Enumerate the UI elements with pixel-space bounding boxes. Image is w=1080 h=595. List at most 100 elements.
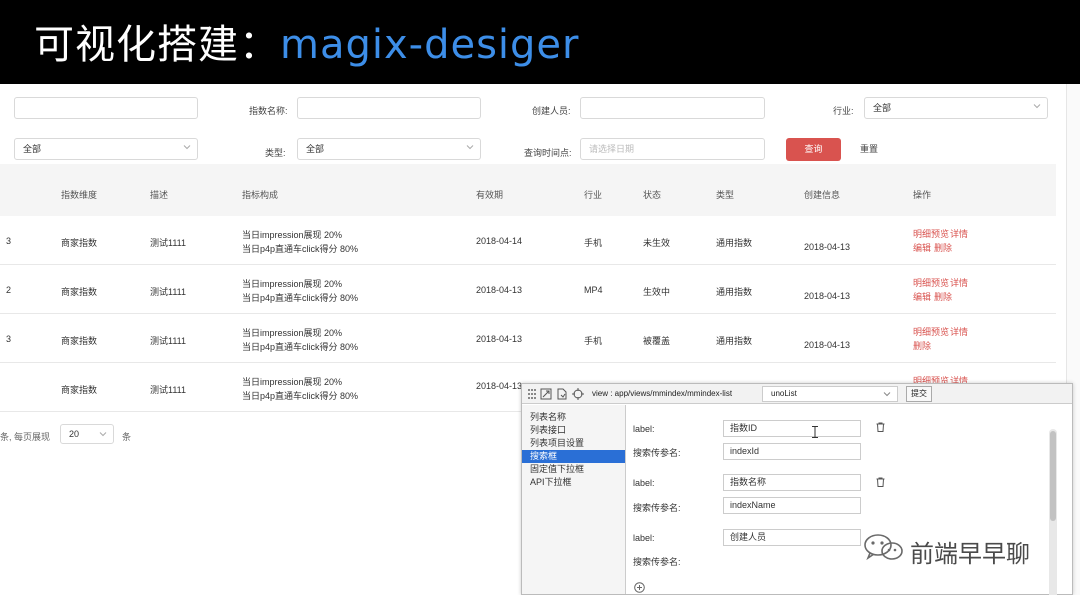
field-label-key: label: — [633, 533, 655, 543]
chevron-down-icon — [1033, 102, 1041, 110]
row-status: 生效中 — [643, 287, 671, 297]
slide-title-cn: 可视化搭建： — [34, 22, 280, 68]
row-industry: 手机 — [584, 238, 603, 248]
chevron-down-icon — [883, 390, 891, 398]
row-dimension: 商家指数 — [61, 238, 98, 248]
row-id: 3 — [6, 236, 12, 246]
row-valid-date: 2018-04-13 — [476, 381, 523, 391]
slide-title-en: magix-desiger — [280, 22, 580, 68]
row-delete-link[interactable]: 删除 — [934, 241, 952, 254]
col-header-status: 状态 — [643, 190, 662, 200]
row-id: 3 — [6, 334, 12, 344]
expand-icon[interactable] — [540, 387, 552, 400]
filter-first-input[interactable] — [14, 97, 198, 119]
row-delete-link[interactable]: 删除 — [913, 339, 931, 352]
row-type: 通用指数 — [716, 238, 753, 248]
index-name-input[interactable] — [297, 97, 481, 119]
row-composition-1: 当日impression展现 20% — [242, 230, 343, 240]
pagination-prefix: 条, 每页展现 — [0, 432, 51, 442]
row-type: 通用指数 — [716, 336, 753, 346]
query-time-input[interactable]: 请选择日期 — [580, 138, 765, 160]
slide-banner: 可视化搭建：magix-desiger — [0, 0, 1080, 84]
designer-scrollbar-thumb[interactable] — [1050, 431, 1056, 521]
nav-item-list-columns[interactable]: 列表项目设置 — [522, 437, 625, 450]
nav-item-api-dropdown[interactable]: API下拉框 — [522, 476, 625, 489]
reset-button[interactable]: 重置 — [860, 142, 878, 155]
file-icon[interactable] — [556, 387, 568, 400]
page-size-select[interactable]: 20 — [60, 424, 114, 444]
designer-scrollbar[interactable] — [1049, 429, 1057, 595]
creator-input[interactable] — [580, 97, 765, 119]
type-select[interactable]: 全部 — [297, 138, 481, 160]
field-label-key: label: — [633, 478, 655, 488]
designer-nav: 列表名称 列表接口 列表项目设置 搜索框 固定值下拉框 API下拉框 — [522, 405, 626, 594]
nav-item-search-box[interactable]: 搜索框 — [522, 450, 625, 463]
nav-item-list-api[interactable]: 列表接口 — [522, 424, 625, 437]
submit-button[interactable]: 提交 — [906, 386, 932, 402]
row-created: 2018-04-13 — [804, 340, 851, 350]
trash-icon[interactable] — [876, 474, 885, 487]
row-preview-link[interactable]: 明细预览 — [913, 325, 949, 338]
slide-title: 可视化搭建：magix-desiger — [34, 12, 579, 70]
nav-item-list-name[interactable]: 列表名称 — [522, 411, 625, 424]
trash-icon[interactable] — [876, 419, 885, 432]
row-edit-link[interactable]: 编辑 — [913, 241, 931, 254]
view-select-value: unoList — [771, 389, 797, 398]
row-description: 测试1111 — [150, 287, 187, 297]
row-type: 通用指数 — [716, 287, 753, 297]
field-label-input[interactable]: 创建人员 — [723, 529, 861, 546]
col-header-industry: 行业 — [584, 190, 603, 200]
field-param-input[interactable]: indexName — [723, 497, 861, 514]
row-description: 测试1111 — [150, 238, 187, 248]
row-dimension: 商家指数 — [61, 385, 98, 395]
filter-first-select-value: 全部 — [23, 144, 42, 154]
crosshair-icon[interactable] — [572, 387, 584, 400]
search-button[interactable]: 查询 — [786, 138, 841, 161]
nav-item-fixed-dropdown[interactable]: 固定值下拉框 — [522, 463, 625, 476]
creator-label: 创建人员: — [532, 106, 571, 116]
field-label-input[interactable]: 指数ID — [723, 420, 861, 437]
page-size-value: 20 — [69, 429, 80, 439]
field-label-input[interactable]: 指数名称 — [723, 474, 861, 491]
chevron-down-icon — [466, 143, 474, 151]
row-dimension: 商家指数 — [61, 287, 98, 297]
text-cursor-icon — [811, 425, 819, 438]
row-description: 测试1111 — [150, 336, 187, 346]
field-param-input[interactable]: indexId — [723, 443, 861, 460]
industry-label: 行业: — [833, 106, 854, 116]
row-description: 测试1111 — [150, 385, 187, 395]
row-valid-date: 2018-04-14 — [476, 236, 523, 246]
view-select[interactable]: unoList — [762, 386, 898, 402]
field-label-key: label: — [633, 424, 655, 434]
col-header-composition: 指标构成 — [242, 190, 279, 200]
row-delete-link[interactable]: 删除 — [934, 290, 952, 303]
row-composition-2: 当日p4p直通车click得分 80% — [242, 244, 359, 254]
drag-handle-icon[interactable] — [526, 387, 538, 399]
table-row: 3 商家指数 测试1111 当日impression展现 20% 当日p4p直通… — [0, 314, 1056, 363]
row-valid-date: 2018-04-13 — [476, 334, 523, 344]
col-header-dimension: 指数维度 — [61, 190, 98, 200]
row-valid-date: 2018-04-13 — [476, 285, 523, 295]
row-preview-link[interactable]: 明细预览 — [913, 227, 949, 240]
add-field-icon[interactable] — [634, 580, 645, 593]
filter-first-select[interactable]: 全部 — [14, 138, 198, 160]
query-time-label: 查询时间点: — [524, 148, 572, 158]
industry-select[interactable]: 全部 — [864, 97, 1048, 119]
row-status: 未生效 — [643, 238, 671, 248]
row-detail-link[interactable]: 详情 — [950, 325, 968, 338]
chevron-down-icon — [183, 143, 191, 151]
row-detail-link[interactable]: 详情 — [950, 227, 968, 240]
row-composition-2: 当日p4p直通车click得分 80% — [242, 391, 359, 401]
query-time-placeholder: 请选择日期 — [589, 144, 635, 154]
chevron-down-icon — [99, 430, 107, 438]
type-select-value: 全部 — [306, 144, 325, 154]
col-header-created: 创建信息 — [804, 190, 841, 200]
col-header-description: 描述 — [150, 190, 169, 200]
row-detail-link[interactable]: 详情 — [950, 276, 968, 289]
row-preview-link[interactable]: 明细预览 — [913, 276, 949, 289]
table-header: 指数维度 描述 指标构成 有效期 行业 状态 类型 创建信息 操作 — [0, 164, 1056, 216]
row-composition-2: 当日p4p直通车click得分 80% — [242, 293, 359, 303]
row-composition-1: 当日impression展现 20% — [242, 328, 343, 338]
row-edit-link[interactable]: 编辑 — [913, 290, 931, 303]
app-screen: 指数名称: 创建人员: 行业: 全部 全部 类型: 全部 查询时间点: 请选择日… — [0, 84, 1080, 595]
